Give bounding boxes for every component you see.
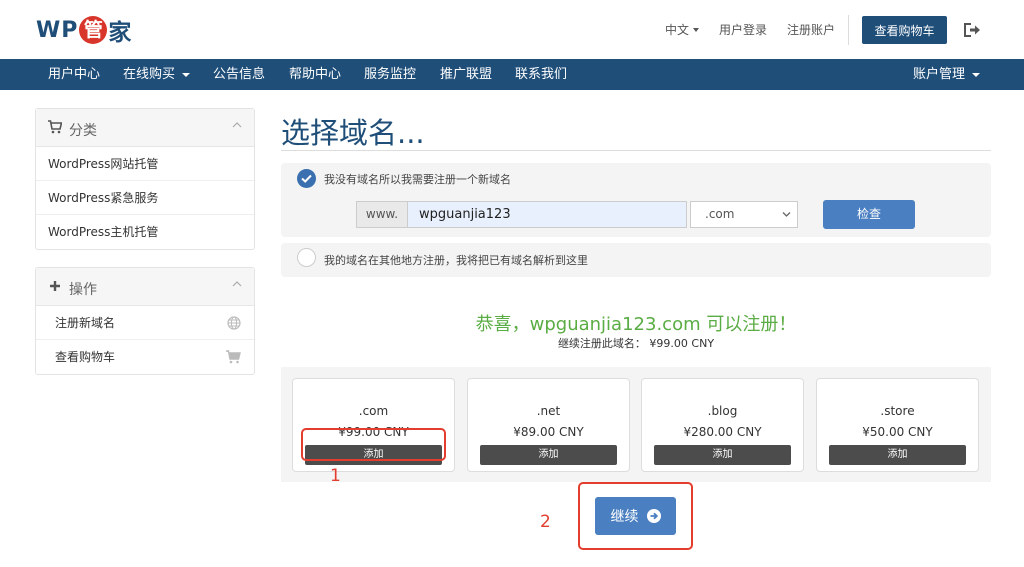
- chevron-up-icon[interactable]: [232, 120, 242, 130]
- view-cart-label: 查看购物车: [55, 350, 116, 364]
- actions-header[interactable]: 操作: [36, 268, 254, 306]
- tld-suggestions: .com ¥99.00 CNY 添加 .net ¥89.00 CNY 添加 .b…: [281, 367, 991, 482]
- transfer-option-box: 我的域名在其他地方注册，我将把已有域名解析到这里: [281, 243, 991, 277]
- category-item[interactable]: WordPress主机托管: [36, 215, 254, 249]
- chevron-down-icon: [693, 27, 700, 32]
- nav-shop[interactable]: 在线购买: [123, 59, 191, 90]
- login-link[interactable]: 用户登录: [719, 0, 767, 59]
- divider: [848, 15, 849, 45]
- check-button[interactable]: 检查: [823, 200, 915, 229]
- annotation-box-step-2: [578, 482, 693, 550]
- header: WP 管 家 中文 用户登录 注册账户 查看购物车: [0, 0, 1024, 59]
- actions-panel: 操作 注册新域名 查看购物车: [35, 267, 255, 375]
- domain-input[interactable]: wpguanjia123: [407, 201, 687, 228]
- transfer-radio[interactable]: [297, 248, 316, 267]
- logo-jia: 家: [108, 20, 132, 46]
- register-domain-label: 注册新域名: [55, 316, 116, 330]
- chevron-down-icon: [182, 72, 191, 77]
- tld-card: .net ¥89.00 CNY 添加: [467, 378, 630, 472]
- language-dropdown[interactable]: 中文: [665, 0, 700, 59]
- login-label: 用户登录: [719, 23, 768, 37]
- logo-wp: WP: [36, 17, 79, 43]
- nav-affiliate[interactable]: 推广联盟: [440, 59, 492, 90]
- tld-card: .blog ¥280.00 CNY 添加: [641, 378, 804, 472]
- chevron-down-icon: [972, 72, 981, 77]
- chevron-down-icon: [782, 212, 791, 217]
- nav-account-label: 账户管理: [913, 67, 966, 82]
- nav-monitor[interactable]: 服务监控: [364, 59, 416, 90]
- page-title: 选择域名...: [281, 116, 425, 150]
- tld-name: .blog: [707, 404, 738, 418]
- add-to-cart-button[interactable]: 添加: [829, 445, 966, 465]
- register-domain-link[interactable]: 注册新域名: [36, 306, 254, 340]
- annotation-number-2: 2: [540, 512, 551, 532]
- categories-title: 分类: [69, 123, 97, 139]
- cart-icon: [48, 120, 62, 134]
- register-option-label[interactable]: 我没有域名所以我需要注册一个新域名: [324, 171, 511, 187]
- price-line: 继续注册此域名： ¥99.00 CNY: [557, 337, 715, 350]
- categories-header[interactable]: 分类: [36, 109, 254, 147]
- actions-title: 操作: [69, 282, 97, 298]
- main-navbar: 用户中心 在线购买 公告信息 帮助中心 服务监控 推广联盟 联系我们 账户管理: [0, 59, 1024, 90]
- nav-help[interactable]: 帮助中心: [289, 59, 341, 90]
- category-item[interactable]: WordPress网站托管: [36, 147, 254, 181]
- tld-select-value: .com: [705, 207, 735, 221]
- view-cart-button[interactable]: 查看购物车: [862, 16, 947, 44]
- nav-shop-label: 在线购买: [123, 67, 176, 82]
- transfer-option-label[interactable]: 我的域名在其他地方注册，我将把已有域名解析到这里: [324, 252, 588, 268]
- title-divider: [281, 150, 991, 151]
- register-radio[interactable]: [297, 169, 316, 188]
- logo[interactable]: WP 管 家: [36, 14, 131, 46]
- category-item[interactable]: WordPress紧急服务: [36, 181, 254, 215]
- tld-name: .store: [880, 404, 915, 418]
- tld-name: .net: [536, 404, 561, 418]
- register-label: 注册账户: [787, 23, 836, 37]
- plus-icon: [50, 281, 60, 291]
- chevron-up-icon[interactable]: [232, 279, 242, 289]
- globe-icon: [227, 316, 241, 330]
- language-label: 中文: [665, 23, 690, 37]
- tld-select[interactable]: .com: [690, 201, 798, 228]
- categories-panel: 分类 WordPress网站托管 WordPress紧急服务 WordPress…: [35, 108, 255, 250]
- nav-account[interactable]: 账户管理: [913, 59, 981, 90]
- tld-name: .com: [358, 404, 389, 418]
- nav-user-center[interactable]: 用户中心: [48, 59, 100, 90]
- logo-guan: 管: [79, 16, 108, 44]
- register-option-box: 我没有域名所以我需要注册一个新域名 www. wpguanjia123 .com…: [281, 163, 991, 237]
- check-icon: [301, 174, 312, 183]
- tld-price: ¥280.00 CNY: [683, 425, 762, 439]
- logout-icon[interactable]: [962, 21, 982, 39]
- add-to-cart-button[interactable]: 添加: [480, 445, 617, 465]
- nav-contact[interactable]: 联系我们: [515, 59, 567, 90]
- tld-price: ¥89.00 CNY: [513, 425, 584, 439]
- add-to-cart-button[interactable]: 添加: [654, 445, 791, 465]
- view-cart-link[interactable]: 查看购物车: [36, 340, 254, 374]
- tld-price: ¥50.00 CNY: [862, 425, 933, 439]
- tld-card: .store ¥50.00 CNY 添加: [816, 378, 979, 472]
- availability-message: 恭喜，wpguanjia123.com 可以注册！: [475, 314, 797, 335]
- shopping-cart-icon: [226, 350, 241, 364]
- register-link[interactable]: 注册账户: [787, 0, 835, 59]
- annotation-box-step-1: [301, 428, 446, 461]
- nav-announcements[interactable]: 公告信息: [213, 59, 265, 90]
- annotation-number-1: 1: [330, 466, 341, 486]
- www-prefix: www.: [356, 201, 407, 228]
